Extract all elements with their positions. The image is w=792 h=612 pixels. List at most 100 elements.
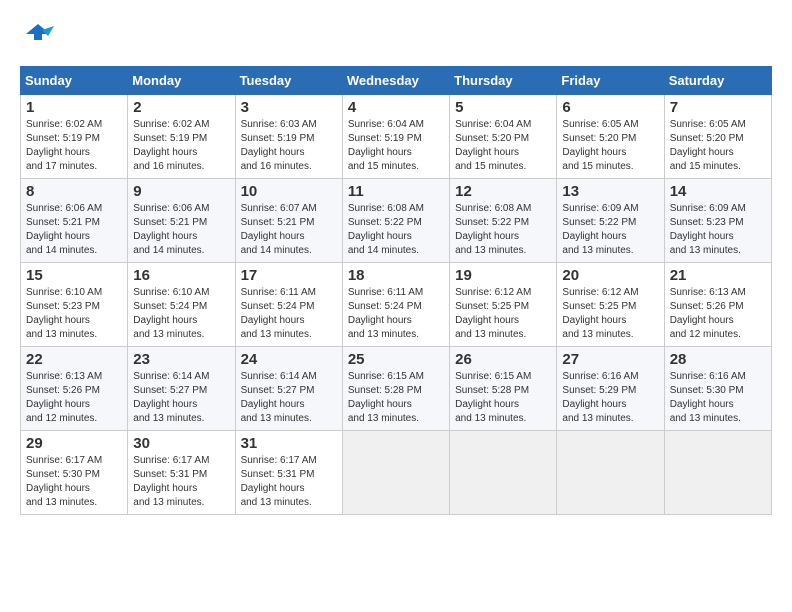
day-number: 8	[26, 183, 122, 200]
calendar-cell: 25 Sunrise: 6:15 AMSunset: 5:28 PMDaylig…	[342, 347, 449, 431]
day-number: 16	[133, 267, 229, 284]
day-info: Sunrise: 6:04 AMSunset: 5:19 PMDaylight …	[348, 118, 444, 174]
day-number: 27	[562, 351, 658, 368]
header-row: SundayMondayTuesdayWednesdayThursdayFrid…	[21, 67, 772, 95]
logo	[20, 20, 60, 56]
calendar-cell: 28 Sunrise: 6:16 AMSunset: 5:30 PMDaylig…	[664, 347, 771, 431]
day-info: Sunrise: 6:06 AMSunset: 5:21 PMDaylight …	[26, 202, 122, 258]
day-number: 7	[670, 99, 766, 116]
weekday-header: Friday	[557, 67, 664, 95]
day-info: Sunrise: 6:02 AMSunset: 5:19 PMDaylight …	[133, 118, 229, 174]
day-number: 3	[241, 99, 337, 116]
day-number: 26	[455, 351, 551, 368]
calendar-week-row: 8 Sunrise: 6:06 AMSunset: 5:21 PMDayligh…	[21, 179, 772, 263]
calendar-cell: 14 Sunrise: 6:09 AMSunset: 5:23 PMDaylig…	[664, 179, 771, 263]
day-info: Sunrise: 6:16 AMSunset: 5:30 PMDaylight …	[670, 370, 766, 426]
day-number: 4	[348, 99, 444, 116]
day-number: 9	[133, 183, 229, 200]
day-number: 30	[133, 435, 229, 452]
calendar-week-row: 15 Sunrise: 6:10 AMSunset: 5:23 PMDaylig…	[21, 263, 772, 347]
calendar-cell: 8 Sunrise: 6:06 AMSunset: 5:21 PMDayligh…	[21, 179, 128, 263]
day-info: Sunrise: 6:10 AMSunset: 5:24 PMDaylight …	[133, 286, 229, 342]
calendar-cell: 5 Sunrise: 6:04 AMSunset: 5:20 PMDayligh…	[450, 95, 557, 179]
day-info: Sunrise: 6:08 AMSunset: 5:22 PMDaylight …	[455, 202, 551, 258]
calendar-cell: 29 Sunrise: 6:17 AMSunset: 5:30 PMDaylig…	[21, 431, 128, 515]
day-info: Sunrise: 6:13 AMSunset: 5:26 PMDaylight …	[26, 370, 122, 426]
weekday-header: Sunday	[21, 67, 128, 95]
day-info: Sunrise: 6:13 AMSunset: 5:26 PMDaylight …	[670, 286, 766, 342]
day-number: 1	[26, 99, 122, 116]
calendar-cell: 30 Sunrise: 6:17 AMSunset: 5:31 PMDaylig…	[128, 431, 235, 515]
logo-icon	[20, 20, 56, 56]
day-number: 29	[26, 435, 122, 452]
calendar-cell: 22 Sunrise: 6:13 AMSunset: 5:26 PMDaylig…	[21, 347, 128, 431]
day-number: 31	[241, 435, 337, 452]
day-info: Sunrise: 6:10 AMSunset: 5:23 PMDaylight …	[26, 286, 122, 342]
day-number: 20	[562, 267, 658, 284]
day-info: Sunrise: 6:05 AMSunset: 5:20 PMDaylight …	[562, 118, 658, 174]
day-info: Sunrise: 6:05 AMSunset: 5:20 PMDaylight …	[670, 118, 766, 174]
day-number: 5	[455, 99, 551, 116]
day-number: 25	[348, 351, 444, 368]
calendar-cell: 15 Sunrise: 6:10 AMSunset: 5:23 PMDaylig…	[21, 263, 128, 347]
header	[20, 20, 772, 56]
calendar-cell: 10 Sunrise: 6:07 AMSunset: 5:21 PMDaylig…	[235, 179, 342, 263]
day-number: 22	[26, 351, 122, 368]
calendar-cell: 6 Sunrise: 6:05 AMSunset: 5:20 PMDayligh…	[557, 95, 664, 179]
calendar-cell: 31 Sunrise: 6:17 AMSunset: 5:31 PMDaylig…	[235, 431, 342, 515]
calendar-cell: 24 Sunrise: 6:14 AMSunset: 5:27 PMDaylig…	[235, 347, 342, 431]
calendar-cell: 7 Sunrise: 6:05 AMSunset: 5:20 PMDayligh…	[664, 95, 771, 179]
day-number: 28	[670, 351, 766, 368]
day-number: 14	[670, 183, 766, 200]
calendar-cell: 23 Sunrise: 6:14 AMSunset: 5:27 PMDaylig…	[128, 347, 235, 431]
day-info: Sunrise: 6:17 AMSunset: 5:31 PMDaylight …	[133, 454, 229, 510]
day-info: Sunrise: 6:07 AMSunset: 5:21 PMDaylight …	[241, 202, 337, 258]
calendar-cell: 12 Sunrise: 6:08 AMSunset: 5:22 PMDaylig…	[450, 179, 557, 263]
day-number: 15	[26, 267, 122, 284]
day-number: 17	[241, 267, 337, 284]
calendar-cell: 11 Sunrise: 6:08 AMSunset: 5:22 PMDaylig…	[342, 179, 449, 263]
calendar-cell: 9 Sunrise: 6:06 AMSunset: 5:21 PMDayligh…	[128, 179, 235, 263]
day-info: Sunrise: 6:09 AMSunset: 5:22 PMDaylight …	[562, 202, 658, 258]
day-info: Sunrise: 6:11 AMSunset: 5:24 PMDaylight …	[241, 286, 337, 342]
day-number: 19	[455, 267, 551, 284]
weekday-header: Saturday	[664, 67, 771, 95]
day-number: 24	[241, 351, 337, 368]
day-info: Sunrise: 6:09 AMSunset: 5:23 PMDaylight …	[670, 202, 766, 258]
day-info: Sunrise: 6:15 AMSunset: 5:28 PMDaylight …	[348, 370, 444, 426]
calendar-cell: 17 Sunrise: 6:11 AMSunset: 5:24 PMDaylig…	[235, 263, 342, 347]
day-number: 2	[133, 99, 229, 116]
day-info: Sunrise: 6:12 AMSunset: 5:25 PMDaylight …	[455, 286, 551, 342]
calendar-cell: 18 Sunrise: 6:11 AMSunset: 5:24 PMDaylig…	[342, 263, 449, 347]
calendar-cell: 26 Sunrise: 6:15 AMSunset: 5:28 PMDaylig…	[450, 347, 557, 431]
calendar-cell: 1 Sunrise: 6:02 AMSunset: 5:19 PMDayligh…	[21, 95, 128, 179]
day-number: 6	[562, 99, 658, 116]
day-number: 13	[562, 183, 658, 200]
calendar-cell	[342, 431, 449, 515]
calendar-cell: 16 Sunrise: 6:10 AMSunset: 5:24 PMDaylig…	[128, 263, 235, 347]
day-info: Sunrise: 6:03 AMSunset: 5:19 PMDaylight …	[241, 118, 337, 174]
day-number: 11	[348, 183, 444, 200]
calendar-cell: 19 Sunrise: 6:12 AMSunset: 5:25 PMDaylig…	[450, 263, 557, 347]
weekday-header: Wednesday	[342, 67, 449, 95]
calendar-cell: 27 Sunrise: 6:16 AMSunset: 5:29 PMDaylig…	[557, 347, 664, 431]
weekday-header: Monday	[128, 67, 235, 95]
calendar-cell: 4 Sunrise: 6:04 AMSunset: 5:19 PMDayligh…	[342, 95, 449, 179]
calendar-cell: 21 Sunrise: 6:13 AMSunset: 5:26 PMDaylig…	[664, 263, 771, 347]
calendar-cell	[664, 431, 771, 515]
weekday-header: Tuesday	[235, 67, 342, 95]
day-number: 12	[455, 183, 551, 200]
calendar-cell: 3 Sunrise: 6:03 AMSunset: 5:19 PMDayligh…	[235, 95, 342, 179]
calendar-cell	[450, 431, 557, 515]
day-number: 23	[133, 351, 229, 368]
calendar-cell	[557, 431, 664, 515]
calendar-table: SundayMondayTuesdayWednesdayThursdayFrid…	[20, 66, 772, 515]
day-info: Sunrise: 6:06 AMSunset: 5:21 PMDaylight …	[133, 202, 229, 258]
day-info: Sunrise: 6:14 AMSunset: 5:27 PMDaylight …	[133, 370, 229, 426]
day-number: 10	[241, 183, 337, 200]
day-number: 18	[348, 267, 444, 284]
day-info: Sunrise: 6:11 AMSunset: 5:24 PMDaylight …	[348, 286, 444, 342]
day-info: Sunrise: 6:16 AMSunset: 5:29 PMDaylight …	[562, 370, 658, 426]
calendar-cell: 20 Sunrise: 6:12 AMSunset: 5:25 PMDaylig…	[557, 263, 664, 347]
weekday-header: Thursday	[450, 67, 557, 95]
